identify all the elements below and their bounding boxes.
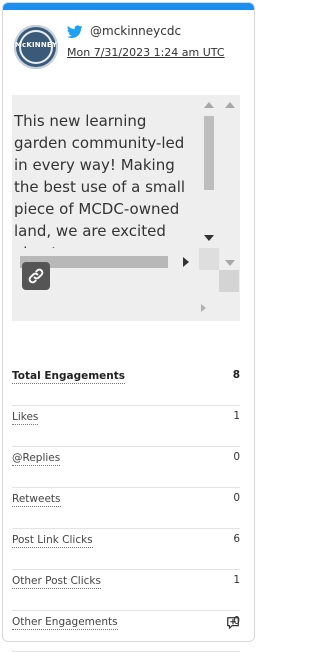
metric-row-other-post-clicks: Other Post Clicks 1 (12, 570, 240, 611)
card-accent-bar (3, 3, 254, 10)
metric-value: 1 (233, 574, 240, 586)
metric-row-total-engagements: Total Engagements 8 (12, 365, 240, 406)
metric-value: 0 (233, 492, 240, 504)
metric-row-likes: Likes 1 (12, 406, 240, 447)
scroll-right-arrow-icon[interactable] (201, 304, 206, 312)
metric-value: 6 (233, 533, 240, 545)
twitter-icon (67, 25, 83, 38)
metric-value: 1 (233, 410, 240, 422)
metric-value: 8 (232, 369, 240, 381)
avatar-text: McKINNEY (14, 41, 58, 49)
comment-plus-icon[interactable] (226, 616, 240, 630)
metric-label: Post Link Clicks (12, 534, 93, 548)
account-handle[interactable]: @mckinneycdc (90, 24, 181, 38)
metric-row-post-link-clicks: Post Link Clicks 6 (12, 529, 240, 570)
metric-row-other-engagements: Other Engagements 0 (12, 611, 240, 652)
link-icon[interactable] (22, 262, 50, 290)
metric-value: 0 (233, 451, 240, 463)
metric-row-retweets: Retweets 0 (12, 488, 240, 529)
post-text-viewport: This new learning garden community-led i… (12, 100, 202, 248)
inner-vertical-scrollbar[interactable] (201, 100, 217, 250)
metric-label: Other Engagements (12, 616, 118, 630)
post-timestamp-link[interactable]: Mon 7/31/2023 1:24 am UTC (67, 46, 225, 59)
engagement-metrics: Total Engagements 8 Likes 1 @Replies 0 R… (12, 365, 240, 652)
scrollbar-corner (199, 248, 239, 320)
scroll-down-arrow-icon[interactable] (204, 235, 214, 241)
post-text: This new learning garden community-led i… (14, 112, 186, 248)
metric-label: Total Engagements (12, 370, 126, 384)
scroll-thumb[interactable] (204, 116, 214, 190)
scrollbar-corner-block (219, 270, 239, 292)
avatar[interactable]: McKINNEY (14, 25, 58, 69)
scroll-right-arrow-icon[interactable] (183, 257, 189, 267)
metric-label: Other Post Clicks (12, 575, 101, 589)
scroll-up-arrow-icon[interactable] (225, 102, 235, 108)
metric-label: @Replies (12, 452, 61, 466)
scroll-up-arrow-icon[interactable] (204, 102, 214, 108)
scrollbar-corner-block (199, 248, 219, 270)
metric-row-replies: @Replies 0 (12, 447, 240, 488)
metric-label: Retweets (12, 493, 61, 507)
metric-label: Likes (12, 411, 39, 425)
